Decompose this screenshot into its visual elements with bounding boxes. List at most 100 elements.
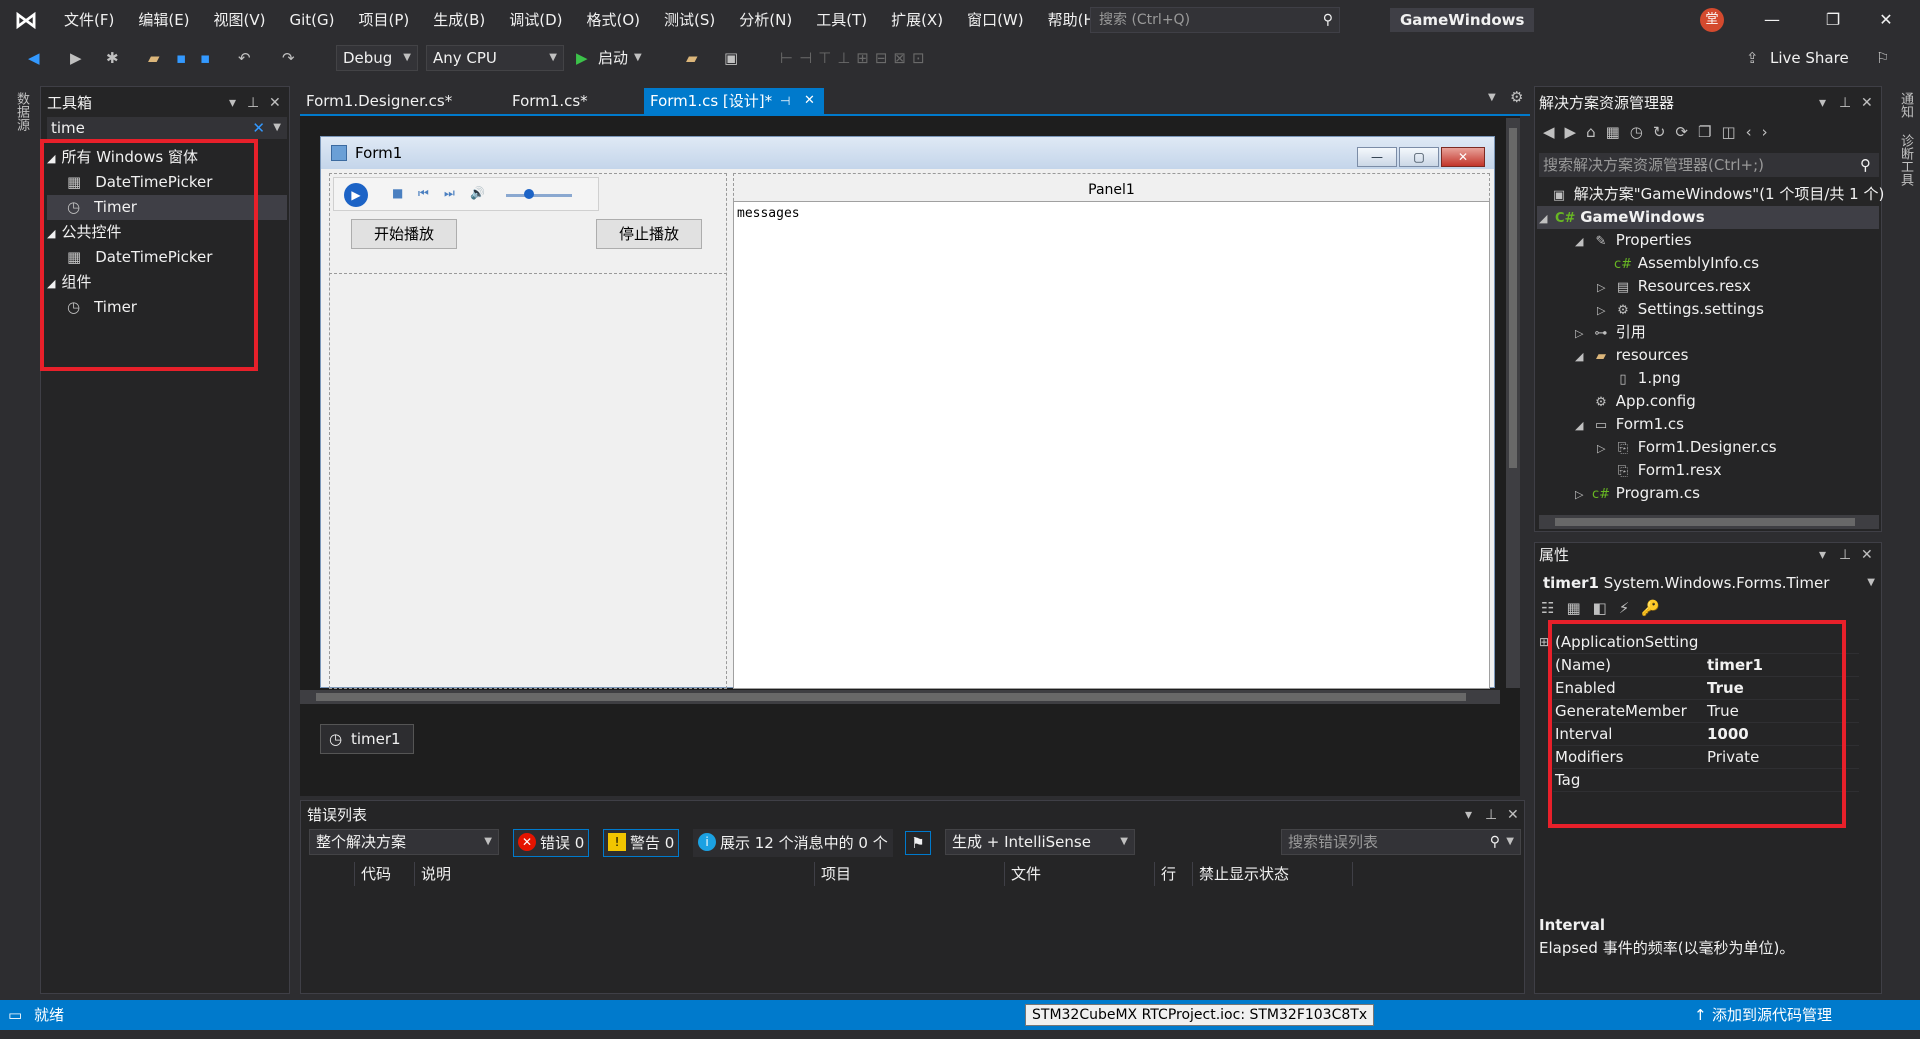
tree-form1-resx[interactable]: ⎘ Form1.resx <box>1613 459 1722 482</box>
volume-slider-thumb[interactable] <box>524 189 534 199</box>
column-file[interactable]: 文件 <box>1005 862 1155 886</box>
chevron-down-icon[interactable]: ▼ <box>273 117 281 139</box>
avatar[interactable]: 堂 <box>1700 8 1724 32</box>
tree-assemblyinfo[interactable]: c# AssemblyInfo.cs <box>1613 252 1759 275</box>
solution-explorer-scrollbar[interactable] <box>1539 515 1879 529</box>
close-icon[interactable]: ✕ <box>1861 91 1873 115</box>
tab-form1-cs[interactable]: Form1.cs* <box>506 88 594 114</box>
minimize-icon[interactable]: — <box>1752 6 1792 34</box>
menu-extensions[interactable]: 扩展(X) <box>879 0 955 40</box>
start-play-button[interactable]: 开始播放 <box>351 219 457 249</box>
pin-icon[interactable]: ⊥ <box>1485 803 1497 827</box>
tab-list-icon[interactable]: ▼ <box>1488 92 1496 103</box>
live-share-icon[interactable]: ⇪ <box>1746 46 1759 70</box>
configuration-select[interactable]: Debug ▼ <box>336 45 418 71</box>
tree-1-png[interactable]: ▯ 1.png <box>1613 367 1680 390</box>
error-list-search-input[interactable]: 搜索错误列表 ⚲ ▼ <box>1281 829 1521 855</box>
media-player-control[interactable]: ▶ ■ ⏮ ⏭ 🔊 <box>333 177 599 211</box>
errors-filter-button[interactable]: ✕ 错误 0 <box>513 829 590 857</box>
scroll-thumb[interactable] <box>1509 128 1517 468</box>
pin-icon[interactable]: ⊥ <box>247 91 259 115</box>
toolbox-dropdown-icon[interactable]: ▾ <box>229 91 236 115</box>
tree-resources-folder[interactable]: ◢ ▰ resources <box>1575 344 1688 367</box>
warnings-filter-button[interactable]: ! 警告 0 <box>603 829 680 857</box>
messages-textbox[interactable]: messages <box>733 201 1490 689</box>
live-share-button[interactable]: Live Share <box>1770 46 1849 70</box>
tree-form1-designer[interactable]: ▷ ⎘ Form1.Designer.cs <box>1597 436 1777 459</box>
form-close-icon[interactable]: ✕ <box>1441 147 1485 167</box>
feedback-icon[interactable]: ⚐ <box>1876 46 1889 70</box>
volume-icon[interactable]: 🔊 <box>470 186 485 200</box>
panel-dropdown-icon[interactable]: ▾ <box>1465 803 1472 827</box>
pin-icon[interactable]: ⊥ <box>1839 91 1851 115</box>
play-icon[interactable]: ▶ <box>576 46 588 70</box>
form-minimize-icon[interactable]: — <box>1357 147 1397 167</box>
messages-filter-button[interactable]: i 展示 12 个消息中的 0 个 <box>693 829 893 857</box>
tab-form1-design[interactable]: Form1.cs [设计]* ⊣ ✕ <box>644 88 824 114</box>
column-sort-icon[interactable] <box>301 862 355 886</box>
column-project[interactable]: 项目 <box>815 862 1005 886</box>
scroll-thumb[interactable] <box>316 693 1466 701</box>
next-icon[interactable]: ⏭ <box>444 186 455 201</box>
menu-view[interactable]: 视图(V) <box>202 0 278 40</box>
designer-horizontal-scrollbar[interactable] <box>300 690 1500 704</box>
column-suppression-state[interactable]: 禁止显示状态 <box>1193 862 1353 886</box>
clear-search-icon[interactable]: ✕ <box>252 117 265 139</box>
diagnostic-tools-tab[interactable]: 诊断工具 <box>1896 134 1915 186</box>
menu-test[interactable]: 测试(S) <box>652 0 727 40</box>
gear-icon[interactable]: ⚙ <box>1510 88 1523 106</box>
menu-project[interactable]: 项目(P) <box>347 0 422 40</box>
previous-icon[interactable]: ⏮ <box>418 186 429 201</box>
scroll-thumb[interactable] <box>1555 518 1855 526</box>
tray-timer-component[interactable]: ◷ timer1 <box>320 724 414 754</box>
column-code[interactable]: 代码 <box>355 862 415 886</box>
build-intellisense-select[interactable]: 生成 + IntelliSense ▼ <box>945 829 1135 855</box>
new-item-icon[interactable]: ✱ <box>106 46 119 70</box>
restore-icon[interactable]: ❐ <box>1813 6 1853 34</box>
platform-select[interactable]: Any CPU ▼ <box>426 45 564 71</box>
global-search-input[interactable]: 搜索 (Ctrl+Q) ⚲ <box>1090 7 1340 33</box>
menu-edit[interactable]: 编辑(E) <box>126 0 201 40</box>
left-container-panel[interactable] <box>329 173 727 689</box>
solution-explorer-toolbar-icons[interactable]: ◀▶⌂▦◷↻⟳❐◫‹› <box>1543 123 1778 141</box>
menu-analyze[interactable]: 分析(N) <box>727 0 804 40</box>
chevron-down-icon[interactable]: ▼ <box>634 46 642 70</box>
tree-properties[interactable]: ◢ ✎ Properties <box>1575 229 1692 252</box>
close-icon[interactable]: ✕ <box>1866 6 1906 34</box>
volume-slider-track[interactable] <box>506 194 572 197</box>
column-line[interactable]: 行 <box>1155 862 1193 886</box>
forward-arrow-icon[interactable]: ▶ <box>70 46 82 70</box>
menu-window[interactable]: 窗口(W) <box>955 0 1036 40</box>
toolbox-search-input[interactable]: time ✕ ▼ <box>47 117 287 139</box>
redo-icon[interactable]: ↷ <box>282 46 295 70</box>
close-icon[interactable]: ✕ <box>269 91 281 115</box>
form1-title-bar[interactable]: Form1 — ▢ ✕ <box>321 137 1494 169</box>
open-folder-icon[interactable]: ▰ <box>148 46 160 70</box>
stop-icon[interactable]: ■ <box>392 186 403 200</box>
notifications-tab[interactable]: 通知 <box>1896 92 1915 118</box>
save-icon[interactable]: ▪ <box>176 46 186 70</box>
pin-icon[interactable]: ⊥ <box>1839 543 1851 567</box>
form1-window[interactable]: Form1 — ▢ ✕ ▶ ■ ⏮ ⏭ 🔊 开始播放 停止播放 Panel1 m… <box>320 136 1495 689</box>
tab-form1-designer-cs[interactable]: Form1.Designer.cs* <box>300 88 458 114</box>
tree-settings[interactable]: ▷ ⚙ Settings.settings <box>1597 298 1764 321</box>
form-maximize-icon[interactable]: ▢ <box>1399 147 1439 167</box>
solution-search-input[interactable]: 搜索解决方案资源管理器(Ctrl+;) ⚲ <box>1539 153 1879 177</box>
close-icon[interactable]: ✕ <box>1507 803 1519 827</box>
save-all-icon[interactable]: ▪ <box>200 46 210 70</box>
column-description[interactable]: 说明 <box>415 862 815 886</box>
play-icon[interactable]: ▶ <box>344 183 368 207</box>
tree-app-config[interactable]: ⚙ App.config <box>1591 390 1696 413</box>
tree-program-cs[interactable]: ▷ c# Program.cs <box>1575 482 1700 505</box>
panel-dropdown-icon[interactable]: ▾ <box>1819 91 1826 115</box>
tree-solution[interactable]: ▣ 解决方案"GameWindows"(1 个项目/共 1 个) <box>1549 183 1885 206</box>
build-filter-toggle-icon[interactable]: ⚑ <box>905 831 931 855</box>
tree-project[interactable]: ◢ C# GameWindows <box>1539 206 1705 229</box>
designer-vertical-scrollbar[interactable] <box>1506 118 1520 688</box>
pin-icon[interactable]: ⊣ <box>780 88 790 114</box>
close-icon[interactable]: ✕ <box>1861 543 1873 567</box>
panel-dropdown-icon[interactable]: ▾ <box>1819 543 1826 567</box>
tree-form1-cs[interactable]: ◢ ▭ Form1.cs <box>1575 413 1684 436</box>
start-debug-button[interactable]: 启动 <box>598 46 628 70</box>
properties-object-selector[interactable]: timer1 System.Windows.Forms.Timer ▼ <box>1543 571 1879 595</box>
